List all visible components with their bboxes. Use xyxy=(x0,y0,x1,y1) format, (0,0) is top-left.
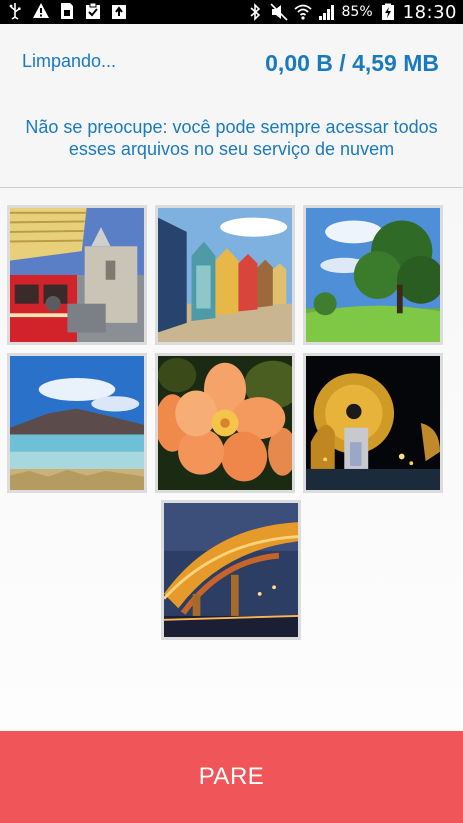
clipboard-check-icon xyxy=(84,2,102,20)
photo-red-bus-thumbnail[interactable] xyxy=(7,205,147,345)
mute-icon xyxy=(269,3,288,21)
upload-icon xyxy=(110,2,128,20)
photo-bridge-night-thumbnail[interactable] xyxy=(161,500,301,640)
cloud-info-message: Não se preocupe: você pode sempre acessa… xyxy=(25,117,438,159)
photo-tree-field-thumbnail[interactable] xyxy=(303,205,443,345)
photo-gallery xyxy=(0,190,463,731)
cleanup-header: Limpando... 0,00 B / 4,59 MB Não se preo… xyxy=(0,24,463,188)
sim-icon xyxy=(58,2,76,20)
bluetooth-icon xyxy=(246,3,264,21)
battery-charging-icon xyxy=(379,3,397,21)
signal-icon xyxy=(318,3,336,21)
usb-icon xyxy=(6,2,24,20)
stop-button[interactable]: PARE xyxy=(0,731,463,823)
warning-icon xyxy=(32,2,50,20)
photo-lake-mountain-thumbnail[interactable] xyxy=(7,353,147,493)
photo-beach-huts-thumbnail[interactable] xyxy=(155,205,295,345)
status-bar: 85% 18:30 xyxy=(0,0,463,24)
photo-night-monument-thumbnail[interactable] xyxy=(303,353,443,493)
cleanup-size-progress: 0,00 B / 4,59 MB xyxy=(265,50,439,76)
cleanup-status-label: Limpando... xyxy=(22,51,117,71)
photo-orange-flower-thumbnail[interactable] xyxy=(155,353,295,493)
clock: 18:30 xyxy=(402,1,457,23)
battery-percent: 85% xyxy=(341,4,373,20)
wifi-icon xyxy=(293,3,312,21)
